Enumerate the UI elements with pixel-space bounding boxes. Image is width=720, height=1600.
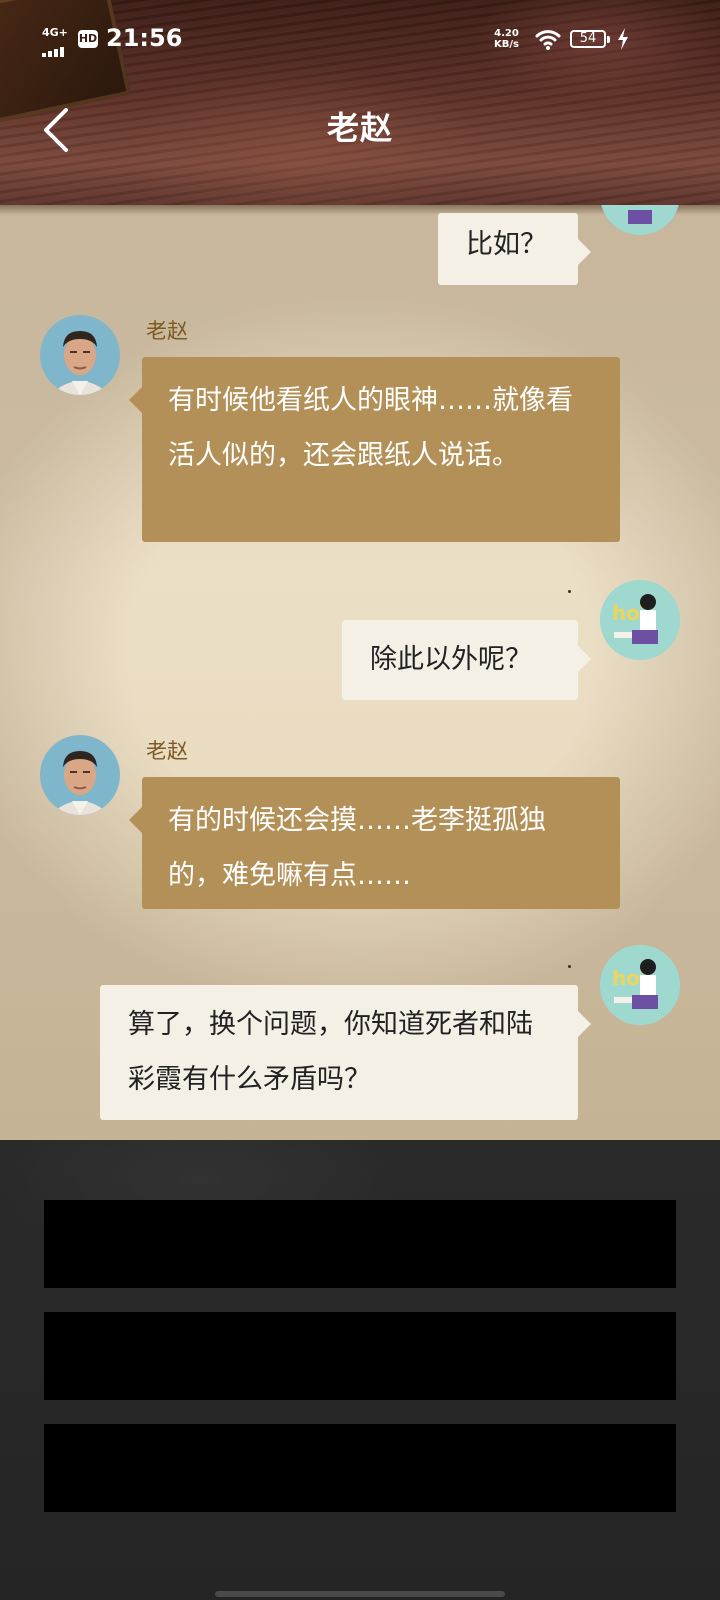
- speed-value: 4.20: [494, 28, 519, 39]
- page-title: 老赵: [326, 109, 393, 147]
- sender-name: 老赵: [146, 739, 188, 763]
- npc-message: 有的时候还会摸……老李挺孤独的，难免嘛有点……: [129, 777, 620, 909]
- top-header: 4G+ HD 21:56 4.20 KB/s 54 老赵: [0, 0, 720, 205]
- player-message: 除此以外呢？: [342, 620, 591, 700]
- home-indicator[interactable]: [215, 1591, 505, 1597]
- signal-icon: [42, 38, 66, 57]
- wifi-icon: [535, 30, 561, 50]
- reply-option-2[interactable]: [44, 1312, 676, 1400]
- player-message: 比如？: [438, 213, 591, 285]
- npc-message: 有时候他看纸人的眼神……就像看活人似的，还会跟纸人说话。: [129, 357, 620, 542]
- npc-avatar: [40, 735, 120, 815]
- reply-options-panel: [0, 1140, 720, 1600]
- player-avatar: hoT: [600, 580, 680, 660]
- message-dot: [568, 965, 571, 968]
- npc-avatar: [40, 315, 120, 395]
- message-text: 除此以外呢？: [370, 644, 532, 675]
- player-avatar: [600, 205, 680, 235]
- message-text: 有的时候还会摸……老李挺孤独的，难免嘛有点……: [168, 805, 546, 891]
- player-avatar: hoT: [600, 945, 680, 1025]
- message-dot: [568, 590, 571, 593]
- hd-icon: HD: [78, 30, 98, 48]
- sender-name: 老赵: [146, 319, 188, 343]
- speed-unit: KB/s: [494, 39, 519, 50]
- status-bar: 4G+ HD 21:56 4.20 KB/s 54: [0, 0, 720, 80]
- reply-option-1[interactable]: [44, 1200, 676, 1288]
- battery-indicator: 54: [570, 30, 610, 48]
- lightning-icon: [618, 28, 628, 50]
- message-text: 有时候他看纸人的眼神……就像看活人似的，还会跟纸人说话。: [168, 385, 573, 471]
- network-type: 4G+: [42, 26, 68, 39]
- player-message: 算了，换个问题，你知道死者和陆彩霞有什么矛盾吗？: [100, 985, 591, 1120]
- message-text: 算了，换个问题，你知道死者和陆彩霞有什么矛盾吗？: [128, 1009, 533, 1095]
- chat-area[interactable]: 比如？ 老赵 有时候他看纸人的眼神……就像看活人似的，还会跟纸人说话。 hoT: [0, 205, 720, 1140]
- network-speed: 4.20 KB/s: [494, 28, 519, 50]
- clock: 21:56: [106, 24, 183, 52]
- reply-option-3[interactable]: [44, 1424, 676, 1512]
- message-text: 比如？: [466, 229, 547, 260]
